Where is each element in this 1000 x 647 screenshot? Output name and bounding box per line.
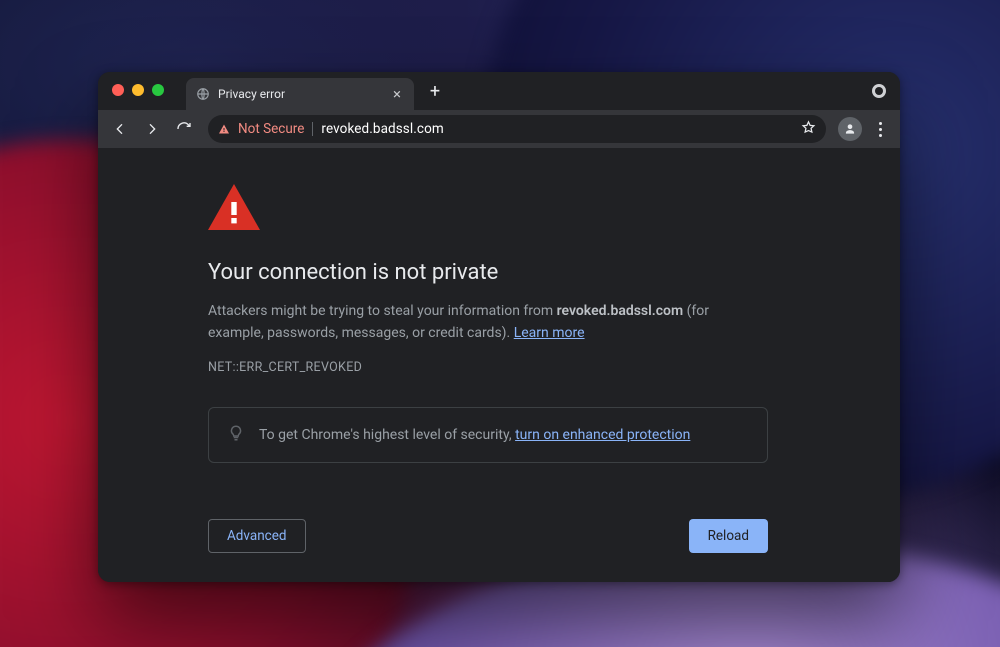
close-tab-button[interactable]: × [390,87,404,101]
extension-icon[interactable] [872,84,886,98]
back-button[interactable] [106,115,134,143]
learn-more-link[interactable]: Learn more [514,325,585,341]
error-code: NET::ERR_CERT_REVOKED [208,360,768,375]
new-tab-button[interactable]: + [422,78,448,104]
tab-strip: Privacy error × + [98,72,900,110]
warning-triangle-icon [218,123,230,135]
browser-tab[interactable]: Privacy error × [186,78,414,110]
toolbar: Not Secure revoked.badssl.com [98,110,900,148]
error-host: revoked.badssl.com [557,303,684,319]
forward-button[interactable] [138,115,166,143]
error-description: Attackers might be trying to steal your … [208,301,768,344]
url-text: revoked.badssl.com [321,121,793,137]
error-heading: Your connection is not private [208,260,768,285]
browser-window: Privacy error × + Not Secure revoked.bad… [98,72,900,582]
window-controls [112,84,164,96]
address-divider [312,122,313,136]
kebab-menu-button[interactable] [868,117,892,141]
page-content: Your connection is not private Attackers… [98,148,900,582]
action-row: Advanced Reload [208,519,768,553]
globe-icon [196,87,210,101]
address-bar[interactable]: Not Secure revoked.badssl.com [208,115,826,143]
lightbulb-icon [227,424,245,446]
large-warning-triangle-icon [208,184,260,230]
window-close-button[interactable] [112,84,124,96]
advanced-button[interactable]: Advanced [208,519,306,553]
reload-page-button[interactable]: Reload [689,519,768,553]
enhanced-protection-banner: To get Chrome's highest level of securit… [208,407,768,463]
window-maximize-button[interactable] [152,84,164,96]
profile-avatar-button[interactable] [838,117,862,141]
reload-button[interactable] [170,115,198,143]
bookmark-star-icon[interactable] [801,120,816,139]
enhanced-protection-link[interactable]: turn on enhanced protection [515,427,690,443]
window-minimize-button[interactable] [132,84,144,96]
not-secure-label: Not Secure [238,121,304,137]
tab-title: Privacy error [218,87,382,101]
